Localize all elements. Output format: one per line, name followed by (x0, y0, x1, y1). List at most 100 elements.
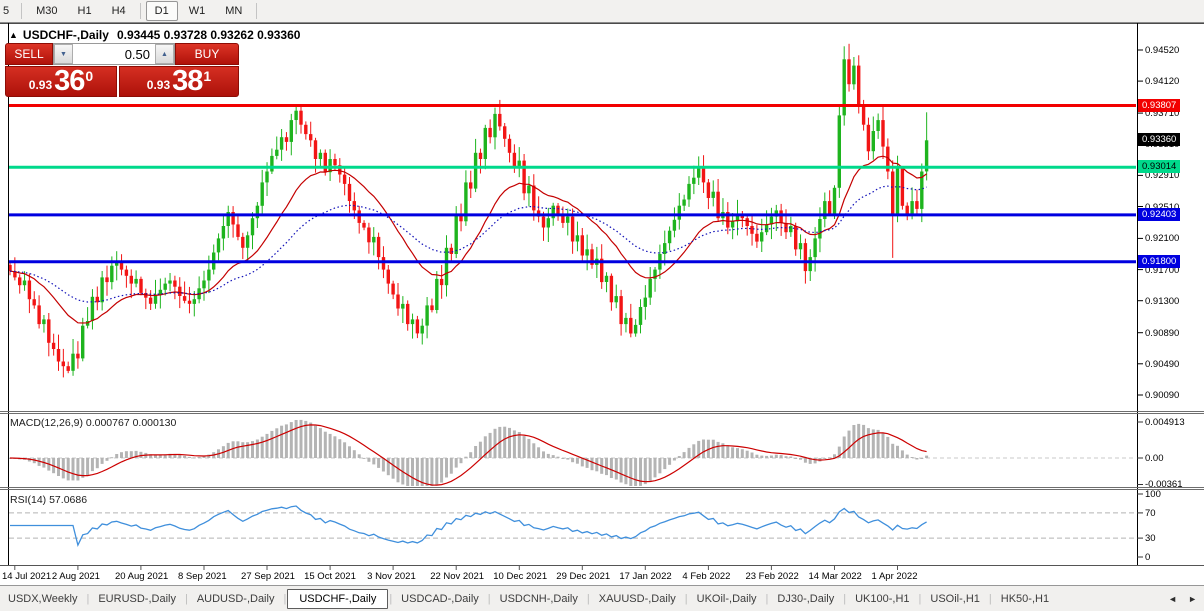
tab-separator: | (86, 592, 90, 605)
macd-axis-tick: 0.00 (1145, 453, 1164, 464)
rsi-line (10, 505, 927, 548)
tab-separator: | (389, 592, 393, 605)
sell-button[interactable]: SELL (5, 43, 53, 65)
date-axis-label: 3 Nov 2021 (367, 571, 416, 582)
sell-price-big: 36 (54, 65, 85, 97)
date-axis-label: 20 Aug 2021 (114, 571, 169, 582)
rsi-axis-tick: 0 (1145, 552, 1151, 563)
tab-separator: | (843, 592, 847, 605)
date-axis-label: 1 Apr 2022 (871, 571, 918, 582)
macd-axis-tick: 0.004913 (1145, 417, 1185, 428)
tab-usdx-weekly[interactable]: USDX,Weekly (0, 590, 85, 608)
sell-price-display[interactable]: 0.93 36 0 (5, 66, 117, 97)
moving-average-20 (9, 155, 927, 324)
tab-usdcad-daily[interactable]: USDCAD-,Daily (393, 590, 487, 608)
toolbar-separator (21, 3, 23, 19)
macd-indicator-label: MACD(12,26,9) 0.000767 0.000130 (10, 417, 177, 429)
tf-button-m30[interactable]: M30 (27, 1, 66, 21)
tab-separator: | (487, 592, 491, 605)
macd-signal-line (9, 424, 927, 486)
chevron-up-icon: ▲ (161, 50, 168, 58)
chart-symbol-label: USDCHF-,Daily (22, 28, 109, 42)
buy-price-pip: 1 (203, 68, 212, 84)
date-axis-label: 14 Mar 2022 (808, 571, 862, 582)
sell-price-pip: 0 (85, 68, 94, 84)
collapse-panel-icon[interactable]: ▲ (9, 30, 18, 40)
rsi-axis-tick: 100 (1145, 489, 1161, 500)
tab-separator: | (765, 592, 769, 605)
buy-price-big: 38 (172, 65, 203, 97)
date-axis-label: 22 Nov 2021 (430, 571, 485, 582)
tab-usdcnh-daily[interactable]: USDCNH-,Daily (492, 590, 586, 608)
tab-audusd-daily[interactable]: AUDUSD-,Daily (189, 590, 283, 608)
tab-separator: | (918, 592, 922, 605)
date-axis-label: 8 Sep 2021 (178, 571, 227, 582)
tab-usoil-h1[interactable]: USOil-,H1 (922, 590, 988, 608)
rsi-axis-tick: 70 (1145, 507, 1156, 519)
tf-button-mn[interactable]: MN (216, 1, 251, 21)
macd-histogram (8, 419, 929, 486)
rsi-axis-tick: 30 (1145, 533, 1156, 545)
volume-decrease-button[interactable]: ▼ (54, 44, 73, 64)
tab-eurusd-daily[interactable]: EURUSD-,Daily (90, 590, 184, 608)
tab-separator: | (283, 592, 287, 605)
tab-separator: | (988, 592, 992, 605)
toolbar-separator (256, 3, 258, 19)
chart-title: ▲ USDCHF-,Daily 0.93445 0.93728 0.93262 0.… (9, 28, 300, 42)
tab-xauusd-daily[interactable]: XAUUSD-,Daily (591, 590, 684, 608)
price-axis-tick: 0.94520 (1145, 45, 1180, 56)
level-price-label[interactable]: 0.93014 (1138, 160, 1181, 174)
tab-separator: | (184, 592, 188, 605)
sell-price-prefix: 0.93 (28, 78, 53, 92)
rsi-indicator-label: RSI(14) 57.0686 (10, 494, 88, 506)
toolbar-separator (139, 3, 141, 19)
date-axis-label: 23 Feb 2022 (745, 571, 799, 582)
tab-ukoil-daily[interactable]: UKOil-,Daily (689, 590, 765, 608)
date-axis-label: 14 Jul 2021 (2, 571, 52, 582)
volume-spinner: ▼ ▲ (53, 43, 175, 65)
one-click-trading-panel: SELL ▼ ▲ BUY 0.93 36 0 0.93 38 1 (5, 43, 239, 97)
price-axis-tick: 0.92100 (1145, 233, 1180, 245)
buy-button[interactable]: BUY (175, 43, 239, 65)
tab-uk100-h1[interactable]: UK100-,H1 (847, 590, 917, 608)
moving-average-45 (9, 185, 927, 303)
price-axis-tick: 0.91300 (1145, 295, 1180, 307)
level-price-label[interactable]: 0.93807 (1138, 98, 1181, 112)
date-axis-label: 2 Aug 2021 (51, 571, 100, 582)
price-axis-tick: 0.90090 (1145, 389, 1180, 401)
tab-dj30-daily[interactable]: DJ30-,Daily (769, 590, 842, 608)
tf-button-h4[interactable]: H4 (103, 1, 135, 21)
volume-increase-button[interactable]: ▲ (155, 44, 174, 64)
price-axis-tick: 0.94120 (1145, 76, 1180, 88)
tf-button-h1[interactable]: H1 (69, 1, 101, 21)
price-axis-tick: 0.90490 (1145, 358, 1180, 370)
buy-price-display[interactable]: 0.93 38 1 (119, 66, 239, 97)
symbol-tab-bar: USDX,Weekly | EURUSD-,Daily | AUDUSD-,Daily |… (0, 585, 1204, 611)
chevron-down-icon: ▼ (60, 50, 67, 58)
tab-scroll-left-icon[interactable]: ◄ (1168, 594, 1177, 604)
level-price-label[interactable]: 0.91800 (1138, 254, 1181, 268)
tab-separator: | (684, 592, 688, 605)
trading-platform-window: 0.945200.941200.937100.933100.929100.925… (0, 0, 1204, 611)
timeframe-toolbar: 5 M30 H1 H4 D1 W1 MN (0, 0, 1204, 23)
volume-input[interactable] (73, 44, 155, 64)
date-axis-label: 15 Oct 2021 (304, 571, 356, 582)
tf-button-5[interactable]: 5 (0, 1, 16, 21)
tab-scroll-right-icon[interactable]: ► (1188, 594, 1197, 604)
date-axis-label: 17 Jan 2022 (619, 571, 672, 582)
tf-button-w1[interactable]: W1 (180, 1, 215, 21)
date-axis-label: 4 Feb 2022 (682, 571, 731, 582)
date-axis-label: 27 Sep 2021 (241, 571, 295, 582)
tab-separator: | (586, 592, 590, 605)
level-price-label[interactable]: 0.92403 (1138, 207, 1181, 221)
chart-ohlc-quotes: 0.93445 0.93728 0.93262 0.93360 (116, 28, 301, 42)
tab-usdchf-daily[interactable]: USDCHF-,Daily (287, 588, 389, 609)
bid-price-label: 0.93360 (1138, 133, 1181, 147)
date-axis-label: 10 Dec 2021 (493, 571, 548, 582)
tf-button-d1[interactable]: D1 (145, 1, 178, 21)
tab-hk50-h1[interactable]: HK50-,H1 (993, 590, 1057, 608)
date-axis-label: 29 Dec 2021 (556, 571, 611, 582)
buy-price-prefix: 0.93 (146, 78, 171, 92)
price-axis-tick: 0.90890 (1145, 327, 1180, 339)
tab-scroll-arrows: ◄ ► (1168, 594, 1197, 604)
